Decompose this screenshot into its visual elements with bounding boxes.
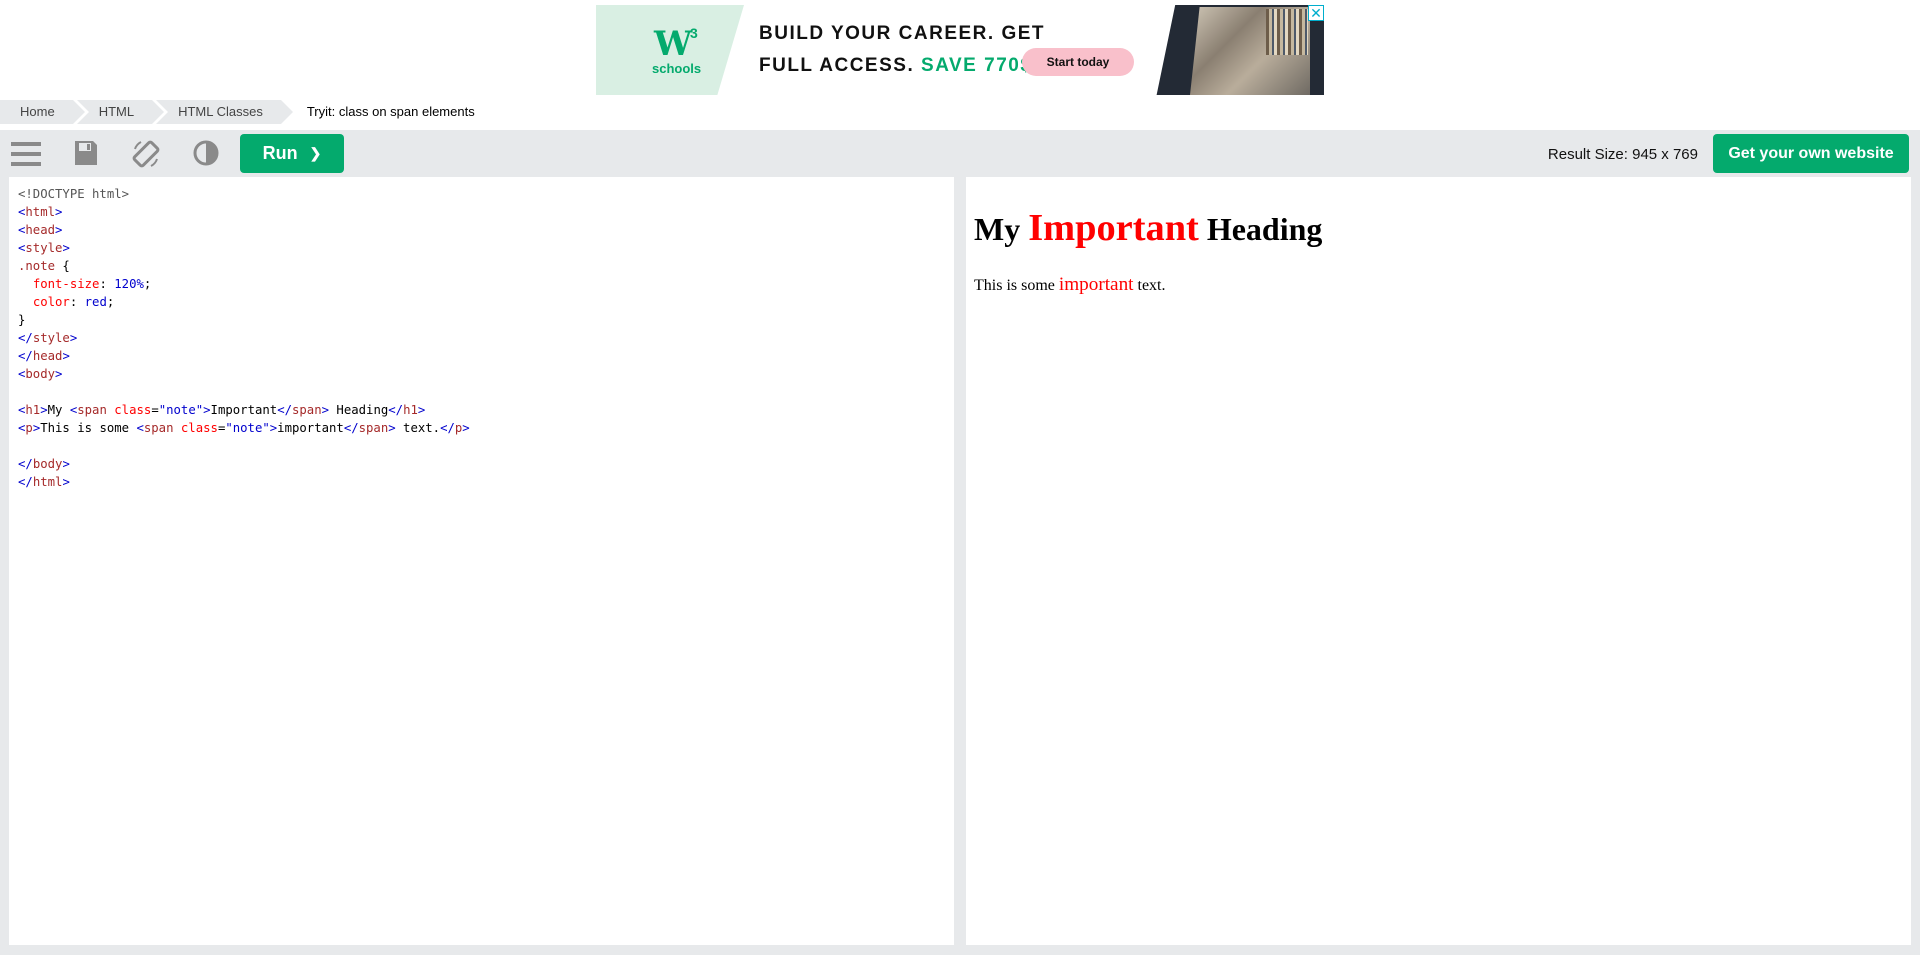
ad-save-text: SAVE 770$ bbox=[921, 55, 1033, 76]
code-p-span: important bbox=[277, 421, 344, 435]
breadcrumb-html-classes[interactable]: HTML Classes bbox=[156, 100, 293, 124]
chevron-right-icon: ❯ bbox=[309, 145, 322, 161]
ad-close-icon[interactable]: ✕ bbox=[1308, 5, 1324, 21]
get-your-own-website-button[interactable]: Get your own website bbox=[1713, 134, 1909, 173]
save-icon[interactable] bbox=[73, 139, 103, 169]
code-prop-font-size: font-size bbox=[32, 277, 100, 291]
ad-headline-1: BUILD YOUR CAREER. GET bbox=[759, 23, 1046, 44]
code-h1-span: Important bbox=[210, 403, 278, 417]
code-class-val-2: "note" bbox=[225, 421, 270, 435]
ad-photo-bookshelf bbox=[1266, 9, 1308, 55]
result-size-label: Result Size: 945 x 769 bbox=[1547, 146, 1698, 163]
run-button-label: Run bbox=[262, 143, 298, 163]
result-h1-note: Important bbox=[1028, 207, 1199, 249]
result-h1-before: My bbox=[974, 211, 1029, 247]
ad-headline-2: FULL ACCESS. SAVE 770$ bbox=[759, 55, 1032, 77]
menu-icon[interactable] bbox=[11, 139, 41, 169]
w3schools-logo-mark: W bbox=[654, 24, 693, 64]
result-paragraph: This is some important text. bbox=[974, 274, 1903, 296]
run-button[interactable]: Run ❯ bbox=[240, 134, 344, 173]
result-pane[interactable]: My Important Heading This is some import… bbox=[966, 177, 1911, 945]
result-document: My Important Heading This is some import… bbox=[966, 177, 1911, 304]
rotate-icon[interactable] bbox=[131, 139, 161, 169]
result-p-after: text. bbox=[1133, 277, 1166, 294]
result-p-note: important bbox=[1058, 274, 1134, 295]
code-prop-color: color bbox=[32, 295, 70, 309]
code-class-attr-2: class bbox=[180, 421, 218, 435]
breadcrumb-current: Tryit: class on span elements bbox=[284, 100, 493, 124]
work-area: <!DOCTYPE html> <html> <head> <style> .n… bbox=[0, 177, 1920, 955]
code-selector: .note bbox=[18, 259, 56, 273]
breadcrumb: Home HTML HTML Classes Tryit: class on s… bbox=[0, 100, 497, 124]
code-h1-after: Heading bbox=[329, 403, 389, 417]
code-text[interactable]: <!DOCTYPE html> <html> <head> <style> .n… bbox=[9, 177, 954, 491]
code-val-font-size: 120% bbox=[114, 277, 144, 291]
code-class-attr-1: class bbox=[114, 403, 152, 417]
result-heading: My Important Heading bbox=[974, 206, 1903, 250]
w3schools-logo-text: schools bbox=[652, 61, 702, 76]
ad-banner[interactable]: W 3 schools BUILD YOUR CAREER. GET FULL … bbox=[596, 5, 1324, 95]
code-val-color: red bbox=[84, 295, 107, 309]
ad-headline-2-text: FULL ACCESS. bbox=[759, 55, 915, 76]
contrast-icon[interactable] bbox=[192, 139, 222, 169]
toolbar: Run ❯ Result Size: 945 x 769 Get your ow… bbox=[0, 130, 1920, 177]
code-p-after: text. bbox=[395, 421, 441, 435]
ad-start-today-button[interactable]: Start today bbox=[1022, 48, 1134, 76]
breadcrumb-html[interactable]: HTML bbox=[76, 100, 165, 124]
result-p-before: This is some bbox=[974, 277, 1059, 294]
breadcrumb-home[interactable]: Home bbox=[0, 100, 85, 124]
result-h1-after: Heading bbox=[1198, 211, 1323, 247]
code-doctype: <!DOCTYPE html> bbox=[18, 187, 130, 201]
code-editor[interactable]: <!DOCTYPE html> <html> <head> <style> .n… bbox=[9, 177, 954, 945]
w3schools-logo-superscript: 3 bbox=[690, 25, 698, 41]
code-class-val-1: "note" bbox=[158, 403, 204, 417]
code-p-before: This is some bbox=[40, 421, 137, 435]
code-h1-before: My bbox=[47, 403, 70, 417]
